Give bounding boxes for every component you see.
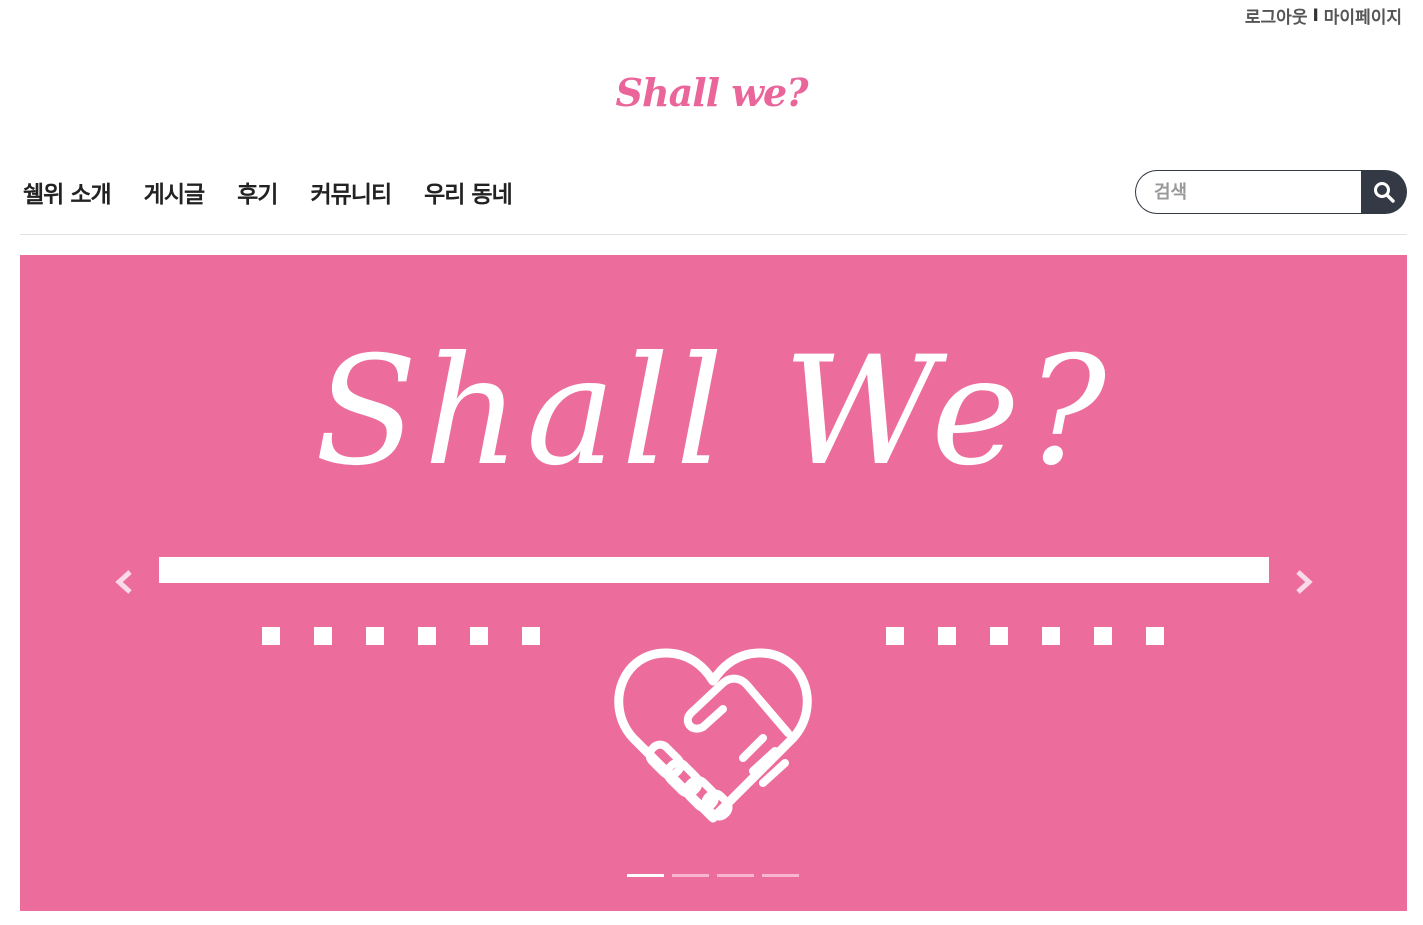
nav-item-neighborhood[interactable]: 우리 동네 [424, 175, 513, 209]
carousel-next-icon[interactable] [1290, 567, 1318, 597]
search-icon [1374, 182, 1395, 203]
carousel-indicator[interactable] [717, 874, 754, 877]
banner-bar [159, 557, 1269, 583]
search-box [1135, 170, 1407, 214]
banner-dots-left [262, 627, 540, 645]
banner-dots-right [886, 627, 1164, 645]
hero-carousel: Shall We? [20, 255, 1407, 911]
nav-item-community[interactable]: 커뮤니티 [310, 175, 392, 209]
site-logo: Shall we? [0, 70, 1423, 115]
nav-item-posts[interactable]: 게시글 [144, 175, 205, 209]
logout-link[interactable]: 로그아웃 [1245, 3, 1308, 28]
carousel-indicators [627, 874, 799, 877]
mypage-link[interactable]: 마이페이지 [1324, 3, 1402, 28]
nav-item-reviews[interactable]: 후기 [237, 175, 278, 209]
page: 로그아웃 I 마이페이지 Shall we? 쉘위 소개 게시글 후기 커뮤니티… [0, 0, 1423, 925]
banner-title: Shall We? [314, 325, 1113, 499]
search-input[interactable] [1135, 170, 1361, 214]
header-divider [20, 234, 1407, 235]
logo-link[interactable]: Shall we? [616, 70, 809, 115]
nav-item-about[interactable]: 쉘위 소개 [23, 175, 112, 209]
search-button[interactable] [1361, 170, 1407, 214]
top-links: 로그아웃 I 마이페이지 [1245, 3, 1402, 29]
carousel-prev-icon[interactable] [110, 567, 138, 597]
carousel-indicator[interactable] [627, 874, 664, 877]
heart-handshake-icon [614, 648, 812, 823]
carousel-indicator[interactable] [762, 874, 799, 877]
main-nav: 쉘위 소개 게시글 후기 커뮤니티 우리 동네 [23, 175, 545, 209]
carousel-indicator[interactable] [672, 874, 709, 877]
top-links-separator: I [1312, 5, 1319, 26]
